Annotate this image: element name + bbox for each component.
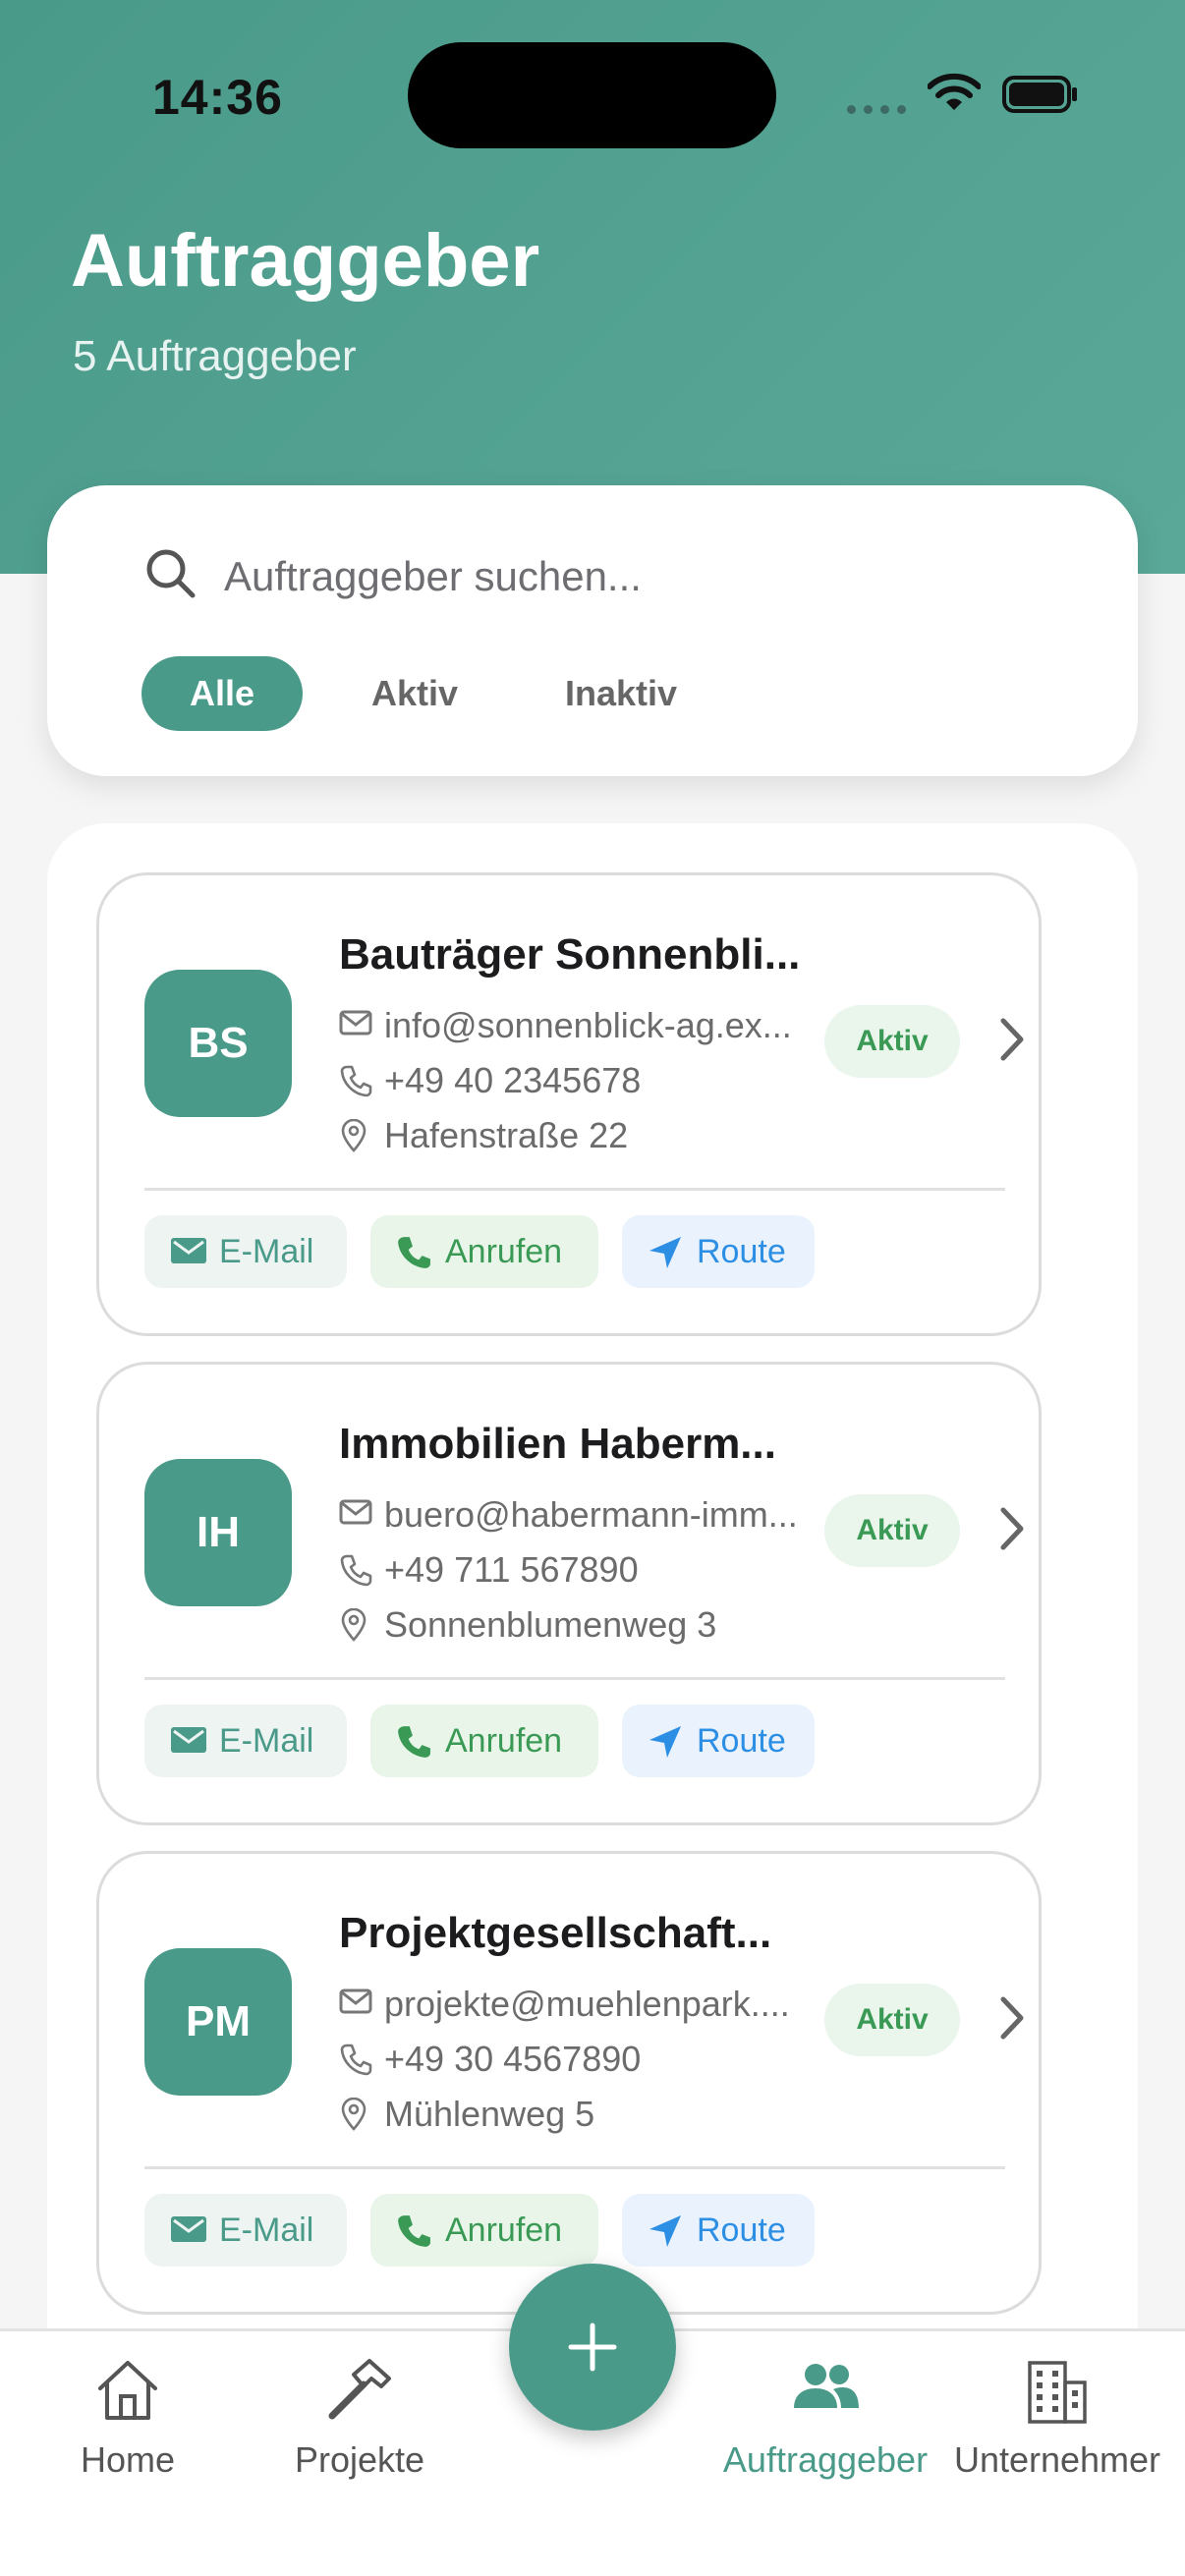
- phone-outline-icon: [340, 1065, 372, 1097]
- tab-clients[interactable]: Auftraggeber: [709, 2331, 941, 2528]
- mail-icon: [171, 1238, 206, 1263]
- phone-outline-icon: [340, 2044, 372, 2076]
- client-email-row: buero@habermann-imm...: [339, 1488, 820, 1540]
- tab-contractors[interactable]: Unternehmer: [941, 2331, 1173, 2528]
- client-phone: +49 40 2345678: [384, 1060, 642, 1100]
- location-pin-icon: [341, 1119, 367, 1152]
- phone-outline-icon: [340, 1554, 372, 1587]
- hammer-icon: [328, 2359, 391, 2420]
- route-button[interactable]: Route: [622, 1705, 815, 1777]
- divider: [144, 1677, 1005, 1680]
- filter-chip-inactive[interactable]: Inaktiv: [523, 656, 719, 731]
- client-avatar: PM: [144, 1948, 292, 2096]
- client-name: Immobilien Haberm...: [339, 1420, 776, 1468]
- status-badge: Aktiv: [824, 1984, 960, 2056]
- route-button[interactable]: Route: [622, 1215, 815, 1288]
- battery-icon: [1002, 76, 1077, 113]
- client-phone-row: +49 30 4567890: [339, 2033, 820, 2084]
- client-address: Sonnenblumenweg 3: [384, 1604, 717, 1645]
- divider: [144, 1188, 1005, 1191]
- mail-outline-icon: [339, 1010, 372, 1036]
- chevron-right-icon[interactable]: [997, 1504, 1027, 1553]
- phone-icon: [398, 2215, 430, 2247]
- navigation-arrow-icon: [649, 1237, 681, 1268]
- search-card: Alle Aktiv Inaktiv: [47, 485, 1138, 776]
- client-email: projekte@muehlenpark....: [384, 1984, 790, 2024]
- route-button[interactable]: Route: [622, 2194, 815, 2267]
- client-card[interactable]: PM Projektgesellschaft... projekte@muehl…: [96, 1851, 1042, 2315]
- add-client-button[interactable]: [509, 2264, 676, 2431]
- client-name: Projektgesellschaft...: [339, 1909, 772, 1957]
- chevron-right-icon[interactable]: [997, 1015, 1027, 1064]
- phone-icon: [398, 1237, 430, 1268]
- client-email: info@sonnenblick-ag.ex...: [384, 1005, 792, 1045]
- email-button[interactable]: E-Mail: [144, 1705, 347, 1777]
- chevron-right-icon[interactable]: [997, 1993, 1027, 2043]
- email-button[interactable]: E-Mail: [144, 2194, 347, 2267]
- divider: [144, 2166, 1005, 2169]
- client-phone: +49 30 4567890: [384, 2039, 642, 2079]
- people-icon: [794, 2364, 859, 2408]
- navigation-arrow-icon: [649, 1726, 681, 1758]
- client-address: Mühlenweg 5: [384, 2094, 595, 2134]
- search-input[interactable]: [224, 544, 1030, 609]
- search-icon: [146, 549, 196, 598]
- filter-chip-active[interactable]: Aktiv: [334, 656, 495, 731]
- home-icon: [98, 2361, 157, 2420]
- status-badge: Aktiv: [824, 1494, 960, 1567]
- status-bar: 14:36: [0, 0, 1185, 187]
- filter-chip-all[interactable]: Alle: [141, 656, 303, 731]
- location-pin-icon: [341, 1608, 367, 1642]
- call-button[interactable]: Anrufen: [370, 1705, 598, 1777]
- client-phone-row: +49 40 2345678: [339, 1054, 820, 1105]
- mail-outline-icon: [339, 1499, 372, 1525]
- mail-outline-icon: [339, 1988, 372, 2014]
- client-avatar: BS: [144, 970, 292, 1117]
- client-name: Bauträger Sonnenbli...: [339, 930, 801, 979]
- client-phone: +49 711 567890: [384, 1549, 639, 1590]
- mail-icon: [171, 1727, 206, 1753]
- tab-home[interactable]: Home: [49, 2331, 206, 2528]
- mail-icon: [171, 2216, 206, 2242]
- cellular-signal-icon: [847, 102, 908, 116]
- client-phone-row: +49 711 567890: [339, 1543, 820, 1595]
- plus-icon: [568, 2323, 617, 2372]
- client-count: 5 Auftraggeber: [73, 332, 357, 380]
- client-address-row: Mühlenweg 5: [339, 2088, 820, 2139]
- client-avatar: IH: [144, 1459, 292, 1606]
- phone-icon: [398, 1726, 430, 1758]
- wifi-icon: [928, 73, 981, 110]
- client-email-row: projekte@muehlenpark....: [339, 1978, 820, 2029]
- client-address: Hafenstraße 22: [384, 1115, 629, 1155]
- location-pin-icon: [341, 2098, 367, 2131]
- status-time: 14:36: [152, 70, 283, 125]
- client-card[interactable]: BS Bauträger Sonnenbli... info@sonnenbli…: [96, 872, 1042, 1336]
- client-card[interactable]: IH Immobilien Haberm... buero@habermann-…: [96, 1362, 1042, 1825]
- client-email: buero@habermann-imm...: [384, 1494, 798, 1535]
- page-title: Auftraggeber: [71, 219, 540, 303]
- call-button[interactable]: Anrufen: [370, 1215, 598, 1288]
- status-badge: Aktiv: [824, 1005, 960, 1078]
- call-button[interactable]: Anrufen: [370, 2194, 598, 2267]
- navigation-arrow-icon: [649, 2215, 681, 2247]
- client-email-row: info@sonnenblick-ag.ex...: [339, 999, 820, 1050]
- client-address-row: Sonnenblumenweg 3: [339, 1598, 820, 1650]
- client-address-row: Hafenstraße 22: [339, 1109, 820, 1160]
- dynamic-island: [408, 42, 776, 148]
- tab-projects[interactable]: Projekte: [271, 2331, 448, 2528]
- building-icon: [1028, 2361, 1087, 2424]
- email-button[interactable]: E-Mail: [144, 1215, 347, 1288]
